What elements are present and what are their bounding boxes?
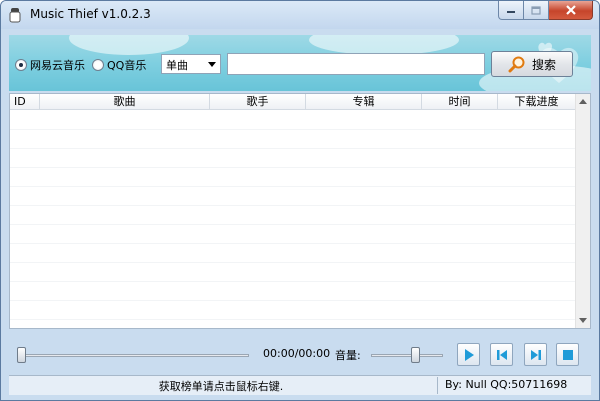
minimize-button[interactable] [498,1,524,20]
source-option-netease[interactable]: 网易云音乐 [15,57,85,73]
next-button[interactable] [524,343,547,366]
results-table[interactable]: ID 歌曲 歌手 专辑 时间 下载进度 [9,93,591,329]
stop-button[interactable] [556,343,579,366]
window-controls [498,1,593,21]
title-bar[interactable]: Music Thief v1.0.2.3 [1,1,599,29]
table-header: ID 歌曲 歌手 专辑 时间 下载进度 [10,94,576,110]
volume-label: 音量: [335,349,361,362]
play-button[interactable] [457,343,480,366]
table-row[interactable] [10,301,576,320]
table-row[interactable] [10,263,576,282]
table-body [10,111,576,328]
player-controls: 00:00/00:00 音量: [9,333,591,373]
vertical-scrollbar[interactable] [575,94,590,328]
search-toolbar: 网易云音乐 QQ音乐 单曲 搜索 [9,35,591,91]
volume-slider[interactable] [371,354,443,357]
maximize-icon [531,5,541,15]
column-header-song[interactable]: 歌曲 [40,94,210,110]
close-icon [565,5,576,15]
search-type-select[interactable]: 单曲 [161,54,221,74]
search-button-label: 搜索 [531,57,556,72]
stop-icon [562,349,573,360]
table-row[interactable] [10,111,576,130]
previous-button[interactable] [490,343,513,366]
search-icon [508,56,525,73]
minimize-icon [507,11,515,13]
scroll-up-icon[interactable] [579,99,587,104]
table-row[interactable] [10,168,576,187]
status-divider [437,377,438,394]
scroll-down-icon[interactable] [579,318,587,323]
play-icon [464,348,474,361]
status-bar: 获取榜单请点击鼠标右键. By: Null QQ:50711698 [9,375,591,395]
search-type-value: 单曲 [166,59,188,72]
chevron-down-icon [208,62,216,67]
table-row[interactable] [10,244,576,263]
radio-label-netease: 网易云音乐 [30,59,85,72]
radio-netease[interactable] [15,59,27,71]
source-option-qq[interactable]: QQ音乐 [92,57,146,73]
volume-slider-thumb[interactable] [410,347,420,363]
table-row[interactable] [10,282,576,301]
status-message: 获取榜单请点击鼠标右键. [158,380,284,393]
search-input[interactable] [227,53,485,75]
close-button[interactable] [549,1,593,20]
background-cloud [309,35,459,55]
radio-qq[interactable] [92,59,104,71]
radio-label-qq: QQ音乐 [107,59,147,72]
app-window: Music Thief v1.0.2.3 网易云音乐 QQ音乐 单曲 搜索 ID… [0,0,600,401]
seek-slider[interactable] [17,354,249,357]
table-row[interactable] [10,225,576,244]
column-header-album[interactable]: 专辑 [306,94,422,110]
table-row[interactable] [10,187,576,206]
next-icon [530,349,541,360]
previous-icon [496,349,507,360]
table-row[interactable] [10,130,576,149]
column-header-id[interactable]: ID [10,94,40,110]
time-display: 00:00/00:00 [263,347,331,360]
background-cloud [69,35,189,55]
table-row[interactable] [10,149,576,168]
search-button[interactable]: 搜索 [491,51,573,77]
table-row[interactable] [10,206,576,225]
column-header-progress[interactable]: 下载进度 [498,94,576,110]
column-header-time[interactable]: 时间 [422,94,498,110]
app-icon [9,8,21,23]
maximize-button[interactable] [524,1,549,20]
column-header-artist[interactable]: 歌手 [210,94,306,110]
window-title: Music Thief v1.0.2.3 [30,7,151,21]
status-credit: By: Null QQ:50711698 [445,378,568,391]
seek-slider-thumb[interactable] [17,347,26,363]
